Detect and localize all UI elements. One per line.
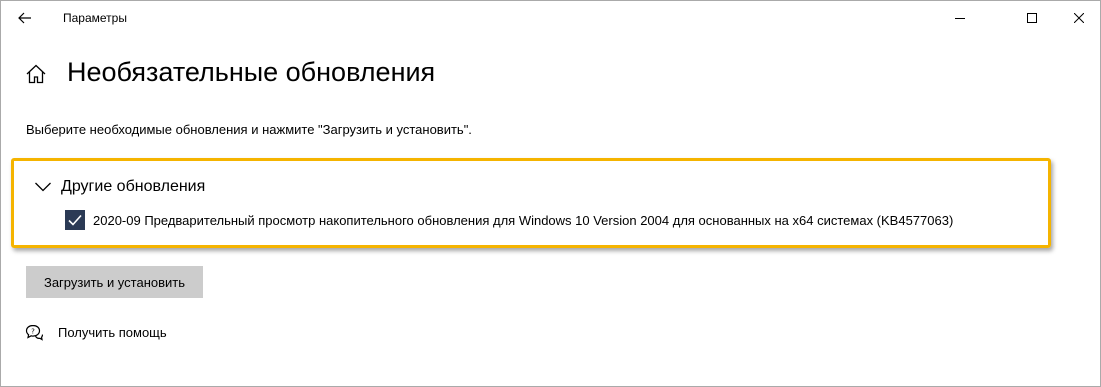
- chevron-down-icon: [35, 182, 51, 192]
- back-arrow-icon: [18, 12, 31, 24]
- help-chat-icon: ?: [25, 324, 43, 341]
- get-help-link[interactable]: ? Получить помощь: [25, 323, 167, 341]
- home-icon[interactable]: [25, 63, 47, 85]
- update-checkbox[interactable]: [65, 210, 85, 230]
- back-button[interactable]: [9, 3, 41, 33]
- maximize-button[interactable]: [1009, 1, 1055, 35]
- app-title: Параметры: [63, 11, 127, 25]
- instruction-text: Выберите необходимые обновления и нажмит…: [26, 122, 472, 137]
- updates-group-title: Другие обновления: [61, 178, 206, 195]
- checkmark-icon: [68, 214, 82, 226]
- page-title: Необязательные обновления: [67, 57, 436, 87]
- update-item: 2020-09 Предварительный просмотр накопит…: [65, 210, 953, 230]
- get-help-label: Получить помощь: [58, 324, 167, 340]
- svg-text:?: ?: [31, 327, 35, 335]
- close-button[interactable]: [1056, 1, 1100, 35]
- download-install-button[interactable]: Загрузить и установить: [26, 266, 203, 298]
- minimize-button[interactable]: [937, 1, 983, 35]
- update-label: 2020-09 Предварительный просмотр накопит…: [93, 212, 954, 228]
- settings-window: Параметры Необязательные обновления Выбе…: [0, 0, 1101, 387]
- updates-group-toggle[interactable]: Другие обновления: [34, 176, 205, 198]
- maximize-icon: [1027, 13, 1037, 23]
- title-bar: Параметры: [1, 1, 1100, 35]
- highlight-frame: [11, 158, 1051, 248]
- close-icon: [1074, 13, 1084, 23]
- minimize-icon: [955, 18, 965, 19]
